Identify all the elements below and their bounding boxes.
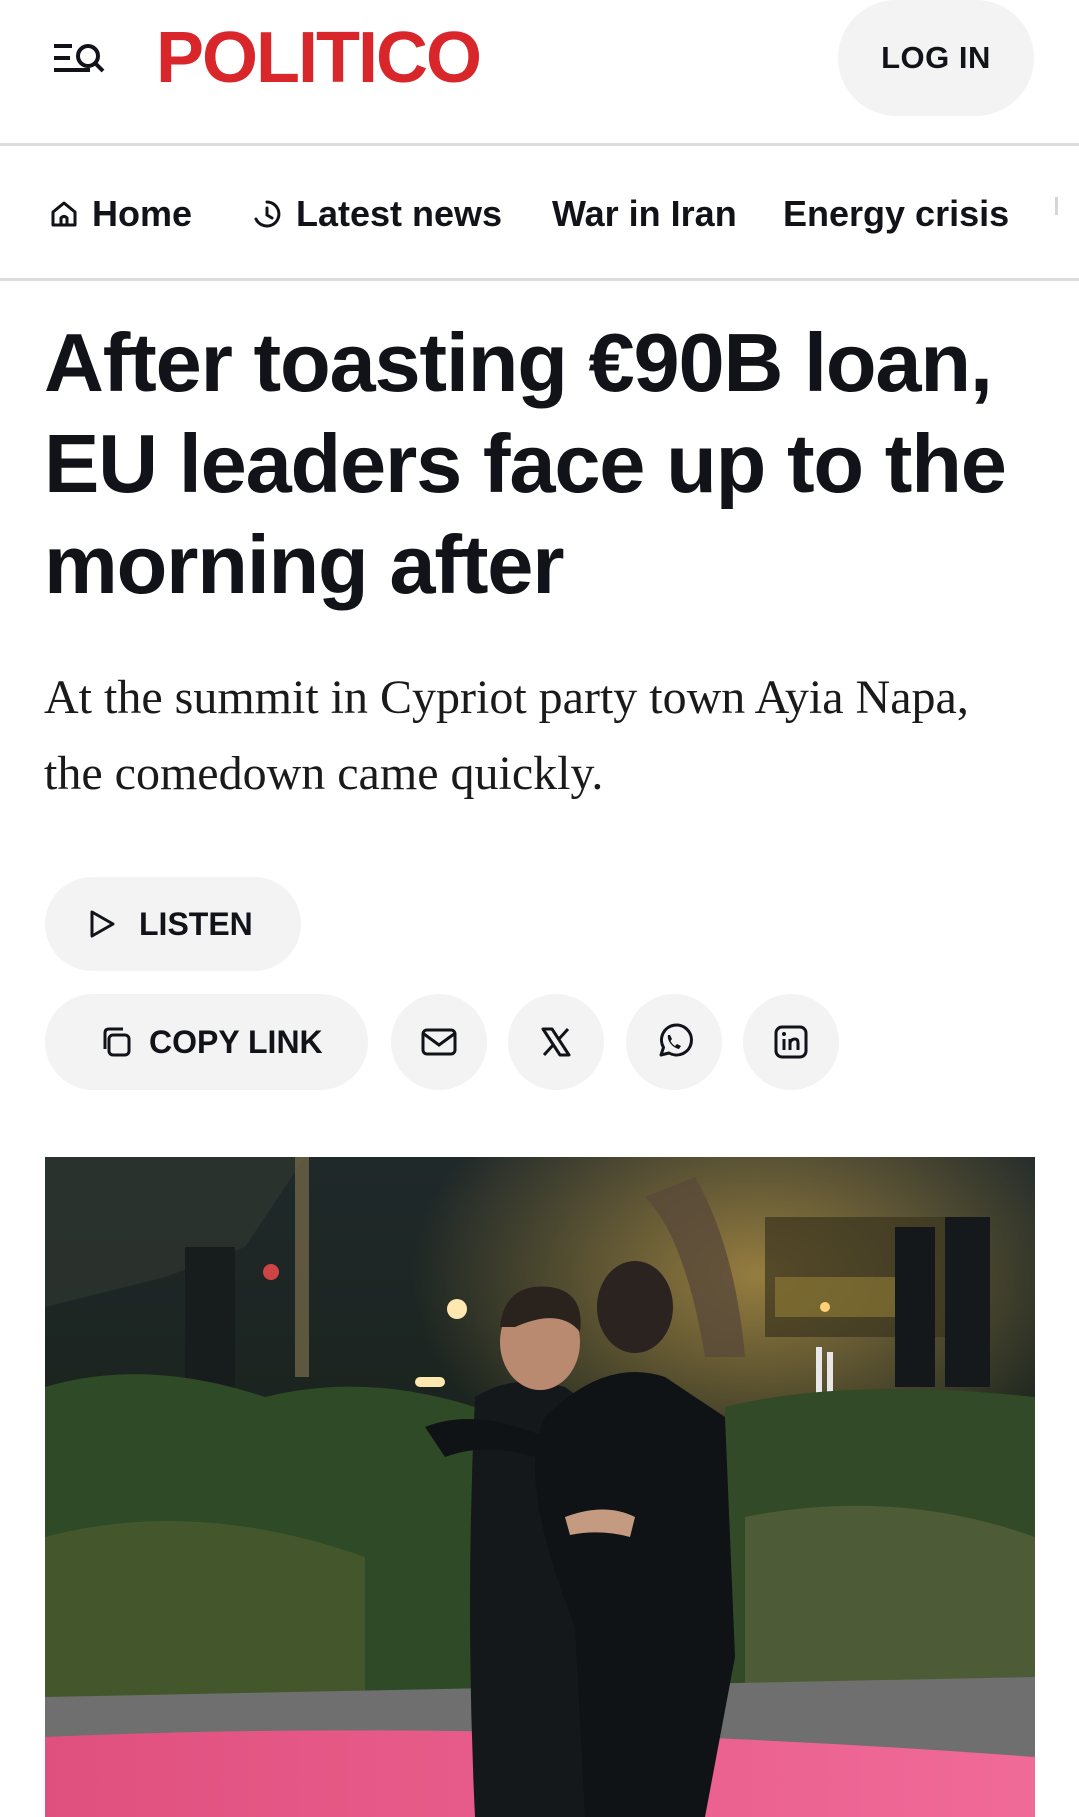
nav-label-latest-news: Latest news xyxy=(296,193,503,234)
listen-button[interactable]: LISTEN xyxy=(45,877,301,971)
article-dek: At the summit in Cypriot party town Ayia… xyxy=(44,671,969,800)
nav-item-home[interactable]: Home xyxy=(48,189,192,239)
menu-search-icon xyxy=(54,44,105,73)
photo-leaders-embrace xyxy=(45,1157,1035,1817)
copy-link-label: COPY LINK xyxy=(149,1023,323,1060)
politico-logo[interactable]: POLITICO xyxy=(156,18,482,98)
site-header: POLITICO LOG IN xyxy=(0,0,1079,146)
x-icon xyxy=(541,1027,571,1057)
nav-label-home: Home xyxy=(92,193,193,234)
share-whatsapp-button[interactable] xyxy=(626,994,722,1090)
email-icon xyxy=(421,1028,457,1056)
listen-label: LISTEN xyxy=(139,905,253,942)
nav-item-war-in-iran[interactable]: War in Iran xyxy=(552,189,737,239)
linkedin-icon xyxy=(774,1025,808,1059)
copy-link-button[interactable]: COPY LINK xyxy=(45,994,368,1090)
article-photo xyxy=(45,1157,1035,1817)
whatsapp-icon xyxy=(659,1023,693,1057)
play-icon xyxy=(90,910,115,938)
nav-item-latest-news[interactable]: Latest news xyxy=(250,189,502,239)
nav-item-energy-crisis[interactable]: Energy crisis xyxy=(783,189,1009,239)
clock-icon xyxy=(254,200,281,228)
nav-fade xyxy=(1049,149,1079,278)
article-headline: After toasting €90B loan, EU leaders fac… xyxy=(44,316,1007,611)
login-button[interactable]: LOG IN xyxy=(838,0,1034,116)
share-linkedin-button[interactable] xyxy=(743,994,839,1090)
section-nav: Home Latest news War in Iran Energy cris… xyxy=(0,149,1079,281)
menu-search-button[interactable] xyxy=(44,30,112,86)
share-x-button[interactable] xyxy=(508,994,604,1090)
nav-label-energy-crisis: Energy crisis xyxy=(783,193,1010,234)
nav-label-war-in-iran: War in Iran xyxy=(552,193,737,234)
copy-icon xyxy=(103,1027,131,1057)
home-icon xyxy=(51,201,77,227)
share-email-button[interactable] xyxy=(391,994,487,1090)
